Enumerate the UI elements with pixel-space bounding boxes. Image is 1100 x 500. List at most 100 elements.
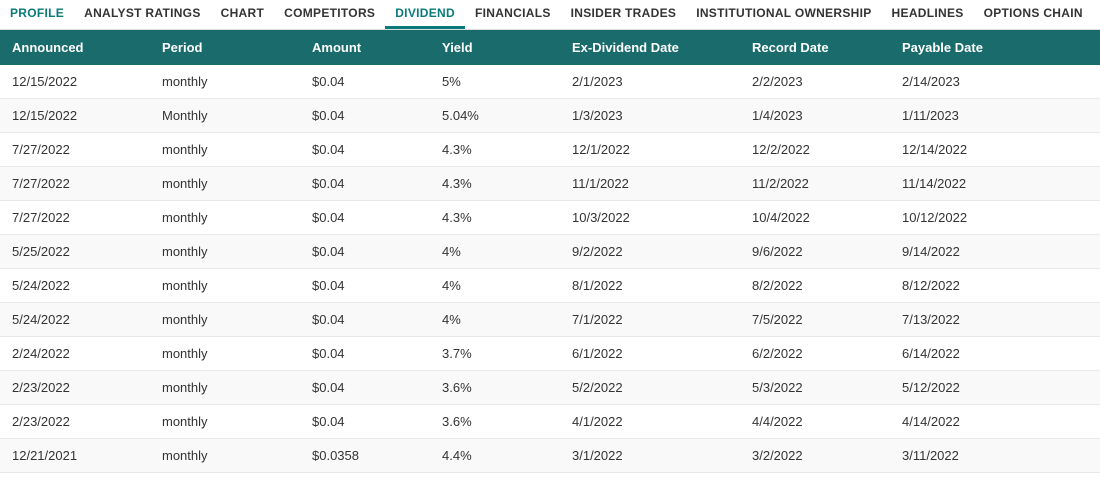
cell-r7-c1: monthly [150,303,300,336]
cell-r9-c6: 5/12/2022 [890,371,1050,404]
table-row: 12/15/2022monthly$0.045%2/1/20232/2/2023… [0,65,1100,99]
cell-r10-c3: 3.6% [430,405,560,438]
cell-r11-c5: 3/2/2022 [740,439,890,472]
table-row: 2/24/2022monthly$0.043.7%6/1/20226/2/202… [0,337,1100,371]
cell-r6-c3: 4% [430,269,560,302]
cell-r8-c6: 6/14/2022 [890,337,1050,370]
table-row: 7/27/2022monthly$0.044.3%12/1/202212/2/2… [0,133,1100,167]
cell-r10-c4: 4/1/2022 [560,405,740,438]
column-header-record-date: Record Date [740,40,890,55]
nav-item-options-chain[interactable]: OPTIONS CHAIN [974,0,1093,29]
cell-r9-c4: 5/2/2022 [560,371,740,404]
cell-r1-c2: $0.04 [300,99,430,132]
cell-r0-c3: 5% [430,65,560,98]
cell-r10-c0: 2/23/2022 [0,405,150,438]
nav-item-analyst-ratings[interactable]: ANALYST RATINGS [74,0,211,29]
cell-r11-c0: 12/21/2021 [0,439,150,472]
cell-r0-c4: 2/1/2023 [560,65,740,98]
cell-r11-c3: 4.4% [430,439,560,472]
cell-r9-c1: monthly [150,371,300,404]
table-body: 12/15/2022monthly$0.045%2/1/20232/2/2023… [0,65,1100,473]
cell-r7-c5: 7/5/2022 [740,303,890,336]
cell-r5-c2: $0.04 [300,235,430,268]
cell-r8-c2: $0.04 [300,337,430,370]
cell-r1-c1: Monthly [150,99,300,132]
column-header-payable-date: Payable Date [890,40,1050,55]
table-row: 5/24/2022monthly$0.044%7/1/20227/5/20227… [0,303,1100,337]
cell-r2-c0: 7/27/2022 [0,133,150,166]
cell-r5-c6: 9/14/2022 [890,235,1050,268]
cell-r7-c4: 7/1/2022 [560,303,740,336]
cell-r11-c2: $0.0358 [300,439,430,472]
cell-r2-c1: monthly [150,133,300,166]
cell-r9-c0: 2/23/2022 [0,371,150,404]
column-header-ex-dividend-date: Ex-Dividend Date [560,40,740,55]
cell-r0-c0: 12/15/2022 [0,65,150,98]
cell-r10-c5: 4/4/2022 [740,405,890,438]
cell-r10-c1: monthly [150,405,300,438]
cell-r5-c0: 5/25/2022 [0,235,150,268]
cell-r8-c1: monthly [150,337,300,370]
cell-r8-c3: 3.7% [430,337,560,370]
cell-r9-c3: 3.6% [430,371,560,404]
table-row: 2/23/2022monthly$0.043.6%5/2/20225/3/202… [0,371,1100,405]
nav-item-financials[interactable]: FINANCIALS [465,0,561,29]
cell-r4-c6: 10/12/2022 [890,201,1050,234]
nav-item-insider-trades[interactable]: INSIDER TRADES [561,0,687,29]
cell-r2-c3: 4.3% [430,133,560,166]
cell-r6-c5: 8/2/2022 [740,269,890,302]
nav-item-institutional-ownership[interactable]: INSTITUTIONAL OWNERSHIP [686,0,881,29]
table-row: 7/27/2022monthly$0.044.3%10/3/202210/4/2… [0,201,1100,235]
nav-item-competitors[interactable]: COMPETITORS [274,0,385,29]
cell-r1-c4: 1/3/2023 [560,99,740,132]
cell-r6-c1: monthly [150,269,300,302]
cell-r7-c6: 7/13/2022 [890,303,1050,336]
nav-item-headlines[interactable]: HEADLINES [882,0,974,29]
cell-r7-c0: 5/24/2022 [0,303,150,336]
cell-r3-c2: $0.04 [300,167,430,200]
nav-item-dividend[interactable]: DIVIDEND [385,0,465,29]
cell-r10-c2: $0.04 [300,405,430,438]
cell-r11-c4: 3/1/2022 [560,439,740,472]
table-row: 5/24/2022monthly$0.044%8/1/20228/2/20228… [0,269,1100,303]
column-header-announced: Announced [0,40,150,55]
table-row: 7/27/2022monthly$0.044.3%11/1/202211/2/2… [0,167,1100,201]
cell-r4-c5: 10/4/2022 [740,201,890,234]
cell-r5-c5: 9/6/2022 [740,235,890,268]
cell-r4-c2: $0.04 [300,201,430,234]
cell-r7-c3: 4% [430,303,560,336]
cell-r9-c2: $0.04 [300,371,430,404]
cell-r5-c3: 4% [430,235,560,268]
cell-r1-c0: 12/15/2022 [0,99,150,132]
nav-item-chart[interactable]: CHART [211,0,275,29]
table-row: 2/23/2022monthly$0.043.6%4/1/20224/4/202… [0,405,1100,439]
cell-r7-c2: $0.04 [300,303,430,336]
cell-r2-c4: 12/1/2022 [560,133,740,166]
cell-r8-c5: 6/2/2022 [740,337,890,370]
cell-r1-c6: 1/11/2023 [890,99,1050,132]
cell-r6-c4: 8/1/2022 [560,269,740,302]
cell-r2-c2: $0.04 [300,133,430,166]
cell-r3-c4: 11/1/2022 [560,167,740,200]
cell-r0-c1: monthly [150,65,300,98]
cell-r3-c6: 11/14/2022 [890,167,1050,200]
table-row: 12/15/2022Monthly$0.045.04%1/3/20231/4/2… [0,99,1100,133]
cell-r2-c6: 12/14/2022 [890,133,1050,166]
column-header-yield: Yield [430,40,560,55]
cell-r3-c3: 4.3% [430,167,560,200]
cell-r8-c4: 6/1/2022 [560,337,740,370]
cell-r9-c5: 5/3/2022 [740,371,890,404]
cell-r11-c1: monthly [150,439,300,472]
cell-r4-c3: 4.3% [430,201,560,234]
cell-r4-c1: monthly [150,201,300,234]
cell-r3-c0: 7/27/2022 [0,167,150,200]
nav-item-sec-filings[interactable]: SEC FILINGS [1093,0,1100,29]
nav-item-profile[interactable]: PROFILE [0,0,74,29]
nav-bar: PROFILEANALYST RATINGSCHARTCOMPETITORSDI… [0,0,1100,30]
cell-r3-c5: 11/2/2022 [740,167,890,200]
cell-r11-c6: 3/11/2022 [890,439,1050,472]
cell-r6-c2: $0.04 [300,269,430,302]
cell-r4-c0: 7/27/2022 [0,201,150,234]
cell-r0-c5: 2/2/2023 [740,65,890,98]
cell-r1-c5: 1/4/2023 [740,99,890,132]
